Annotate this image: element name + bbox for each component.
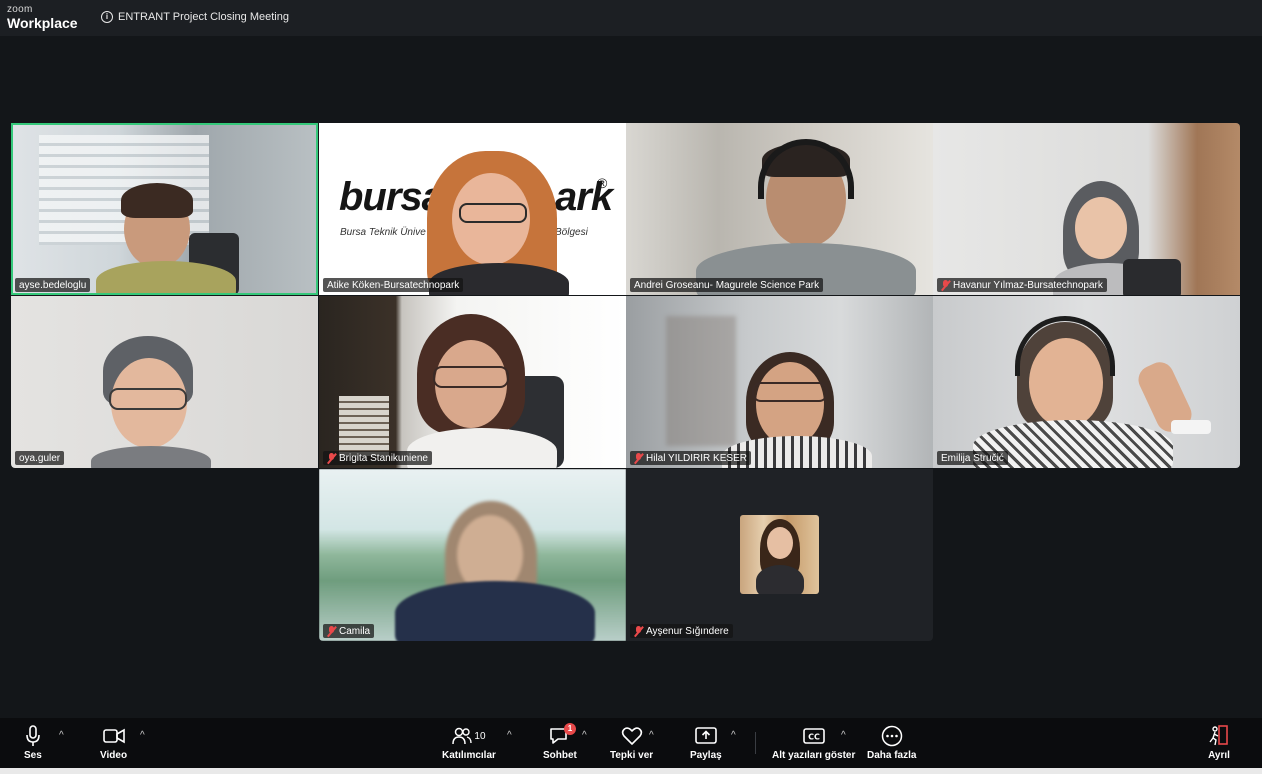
share-button[interactable]: Paylaş bbox=[690, 724, 722, 761]
zoom-logo: zoom Workplace bbox=[7, 4, 78, 31]
muted-mic-icon bbox=[327, 625, 336, 637]
share-label: Paylaş bbox=[690, 750, 722, 761]
participants-options-caret[interactable]: ^ bbox=[507, 730, 512, 741]
participant-name-tag: Atike Köken-Bursatechnopark bbox=[323, 278, 464, 292]
video-tile[interactable]: Havanur Yılmaz-Bursatechnopark bbox=[933, 123, 1240, 295]
toolbar-divider bbox=[755, 732, 756, 754]
chat-button[interactable]: 1 Sohbet bbox=[543, 723, 577, 761]
muted-mic-icon bbox=[634, 452, 643, 464]
glasses bbox=[752, 382, 828, 402]
participants-icon bbox=[452, 727, 473, 745]
more-button[interactable]: Daha fazla bbox=[867, 724, 916, 761]
video-tile[interactable]: Emilija Stručić bbox=[933, 296, 1240, 468]
more-label: Daha fazla bbox=[867, 750, 917, 761]
more-options-icon bbox=[881, 724, 903, 748]
participant-name-tag: Emilija Stručić bbox=[937, 451, 1008, 465]
video-tile[interactable]: Hilal YILDIRIR KESER bbox=[626, 296, 933, 468]
glasses bbox=[433, 366, 509, 388]
video-tile[interactable]: ayse.bedeloglu bbox=[11, 123, 318, 295]
participant-name-tag: Ayşenur Sığındere bbox=[630, 624, 733, 638]
participant-name-tag: Camila bbox=[323, 624, 375, 638]
meeting-info[interactable]: i ENTRANT Project Closing Meeting bbox=[101, 8, 289, 26]
participant-name-tag: Hilal YILDIRIR KESER bbox=[630, 451, 751, 465]
participant-face bbox=[756, 362, 824, 446]
info-icon[interactable]: i bbox=[101, 11, 113, 23]
share-options-caret[interactable]: ^ bbox=[731, 730, 736, 741]
react-label: Tepki ver bbox=[610, 750, 654, 761]
video-tile[interactable]: Camila bbox=[319, 469, 626, 641]
logo-line1: zoom bbox=[7, 4, 33, 15]
participant-face bbox=[1075, 197, 1127, 259]
participant-name-tag: ayse.bedeloglu bbox=[15, 278, 91, 292]
logo-line2: Workplace bbox=[7, 15, 78, 31]
svg-text:CC: CC bbox=[808, 733, 820, 742]
participants-label: Katılımcılar bbox=[442, 750, 496, 761]
meeting-title: ENTRANT Project Closing Meeting bbox=[118, 11, 289, 23]
participant-name-tag: oya.guler bbox=[15, 451, 65, 465]
meeting-toolbar: Ses ^ Video ^ 10 Katılımcılar ^ 1 Sohbet… bbox=[0, 718, 1262, 768]
watch bbox=[1171, 420, 1211, 434]
muted-mic-icon bbox=[634, 625, 643, 637]
chat-label: Sohbet bbox=[543, 750, 577, 761]
captions-label: Alt yazıları göster bbox=[772, 750, 856, 761]
video-label: Video bbox=[100, 750, 128, 761]
react-options-caret[interactable]: ^ bbox=[649, 730, 654, 741]
share-screen-icon bbox=[695, 724, 717, 748]
participants-count: 10 bbox=[474, 730, 486, 742]
chat-unread-badge: 1 bbox=[563, 723, 576, 735]
audio-label: Ses bbox=[24, 750, 42, 761]
video-options-caret[interactable]: ^ bbox=[140, 730, 145, 741]
bookshelf bbox=[339, 396, 389, 456]
audio-button[interactable]: Ses bbox=[24, 724, 42, 761]
chat-icon: 1 bbox=[549, 723, 576, 748]
title-bar: zoom Workplace i ENTRANT Project Closing… bbox=[0, 0, 1262, 36]
glasses bbox=[459, 203, 527, 223]
video-tile[interactable]: Andrei Groseanu- Magurele Science Park bbox=[626, 123, 933, 295]
video-tile[interactable]: oya.guler bbox=[11, 296, 318, 468]
muted-mic-icon bbox=[941, 279, 950, 291]
audio-options-caret[interactable]: ^ bbox=[59, 730, 64, 741]
captions-options-caret[interactable]: ^ bbox=[841, 730, 846, 741]
react-button[interactable]: Tepki ver bbox=[610, 724, 653, 761]
chat-options-caret[interactable]: ^ bbox=[582, 730, 587, 741]
window-bottom-edge bbox=[0, 768, 1262, 774]
participants-button[interactable]: 10 Katılımcılar bbox=[442, 724, 496, 761]
participant-avatar bbox=[740, 515, 819, 594]
video-button[interactable]: Video bbox=[100, 724, 127, 761]
leave-button[interactable]: Ayrıl bbox=[1208, 724, 1230, 761]
glasses bbox=[109, 388, 187, 410]
participant-name-tag: Havanur Yılmaz-Bursatechnopark bbox=[937, 278, 1107, 292]
participant-name-tag: Andrei Groseanu- Magurele Science Park bbox=[630, 278, 824, 292]
participant-name-tag: Brigita Stanikuniene bbox=[323, 451, 432, 465]
video-tile[interactable]: bursat ark ® Bursa Teknik Ünive Bölgesi … bbox=[319, 123, 626, 295]
muted-mic-icon bbox=[327, 452, 336, 464]
microphone-icon bbox=[25, 724, 41, 748]
closed-captions-icon: CC bbox=[802, 724, 825, 748]
video-camera-icon bbox=[102, 724, 125, 748]
video-tile[interactable]: Brigita Stanikuniene bbox=[319, 296, 626, 468]
leave-label: Ayrıl bbox=[1208, 750, 1230, 761]
heart-icon bbox=[621, 724, 643, 748]
leave-door-icon bbox=[1208, 724, 1230, 748]
